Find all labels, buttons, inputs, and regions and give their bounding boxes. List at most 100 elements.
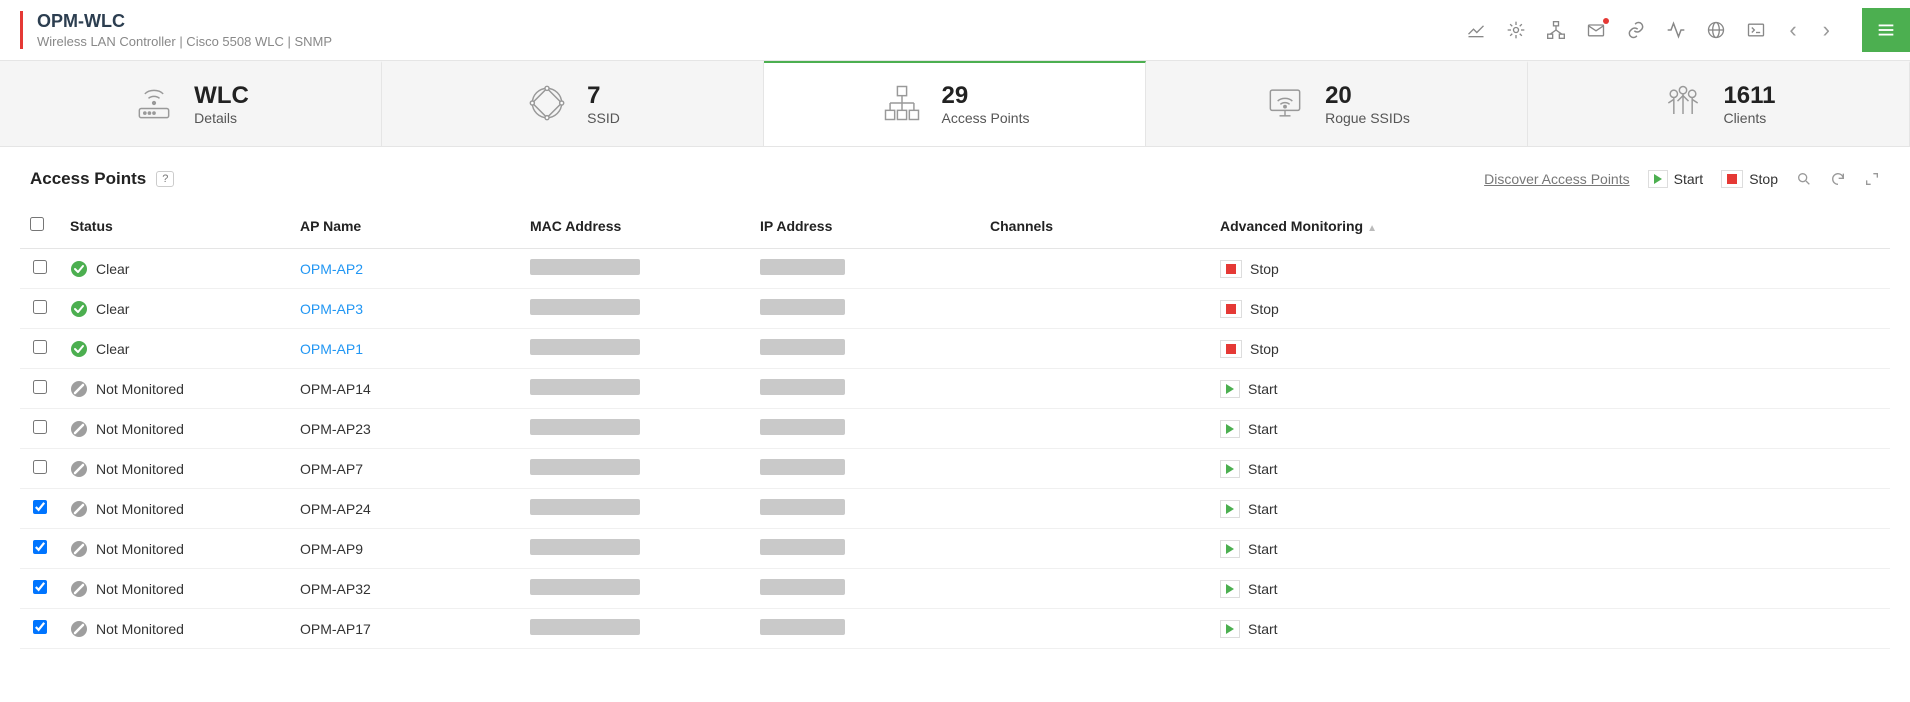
row-checkbox[interactable] — [33, 420, 47, 434]
perf-chart-icon[interactable] — [1465, 19, 1487, 41]
row-checkbox[interactable] — [33, 260, 47, 274]
ap-name: OPM-AP7 — [300, 461, 363, 477]
tab-text: WLC Details — [194, 83, 249, 125]
topology-icon[interactable] — [1545, 19, 1567, 41]
mac-address-redacted — [530, 579, 640, 595]
row-start-button[interactable]: Start — [1220, 380, 1880, 398]
ip-address-redacted — [760, 459, 845, 475]
stop-icon — [1727, 174, 1737, 184]
row-stop-button[interactable]: Stop — [1220, 300, 1880, 318]
tab-rogue-ssids[interactable]: 20 Rogue SSIDs — [1146, 61, 1528, 146]
search-icon[interactable] — [1796, 171, 1812, 187]
col-mac[interactable]: MAC Address — [520, 203, 750, 249]
activity-icon[interactable] — [1665, 19, 1687, 41]
table-row: ClearOPM-AP2Stop — [20, 249, 1890, 289]
alert-icon[interactable] — [1505, 19, 1527, 41]
bulk-stop-button[interactable]: Stop — [1721, 170, 1778, 188]
col-status[interactable]: Status — [60, 203, 290, 249]
status-not-monitored-icon — [70, 460, 88, 478]
ip-address-redacted — [760, 539, 845, 555]
ip-address-redacted — [760, 419, 845, 435]
play-icon — [1226, 384, 1234, 394]
nav-prev-icon[interactable]: ‹ — [1785, 17, 1800, 43]
row-start-button[interactable]: Start — [1220, 460, 1880, 478]
ap-name: OPM-AP14 — [300, 381, 371, 397]
action-label: Stop — [1250, 301, 1279, 317]
status-label: Clear — [96, 341, 129, 357]
status-not-monitored-icon — [70, 620, 88, 638]
ap-name[interactable]: OPM-AP2 — [300, 261, 363, 277]
action-label: Start — [1248, 381, 1278, 397]
bulk-start-button[interactable]: Start — [1648, 170, 1704, 188]
status-cell: Clear — [70, 340, 280, 358]
help-button[interactable]: ? — [156, 171, 174, 187]
play-icon — [1226, 544, 1234, 554]
ip-address-redacted — [760, 299, 845, 315]
ip-address-redacted — [760, 259, 845, 275]
nav-next-icon[interactable]: › — [1819, 17, 1834, 43]
ap-name: OPM-AP9 — [300, 541, 363, 557]
play-icon — [1226, 624, 1234, 634]
row-checkbox[interactable] — [33, 580, 47, 594]
status-label: Clear — [96, 301, 129, 317]
table-row: Not MonitoredOPM-AP32Start — [20, 569, 1890, 609]
tab-wlc-details[interactable]: WLC Details — [0, 61, 382, 146]
status-cell: Not Monitored — [70, 540, 280, 558]
row-checkbox[interactable] — [33, 540, 47, 554]
row-checkbox[interactable] — [33, 340, 47, 354]
row-checkbox[interactable] — [33, 300, 47, 314]
col-advanced[interactable]: Advanced Monitoring▲ — [1210, 203, 1890, 249]
row-checkbox[interactable] — [33, 620, 47, 634]
col-ap-name[interactable]: AP Name — [290, 203, 520, 249]
expand-icon[interactable] — [1864, 171, 1880, 187]
row-start-button[interactable]: Start — [1220, 540, 1880, 558]
globe-icon[interactable] — [1705, 19, 1727, 41]
row-checkbox[interactable] — [33, 460, 47, 474]
play-icon — [1226, 504, 1234, 514]
refresh-icon[interactable] — [1830, 171, 1846, 187]
terminal-icon[interactable] — [1745, 19, 1767, 41]
table-row: Not MonitoredOPM-AP14Start — [20, 369, 1890, 409]
row-checkbox[interactable] — [33, 500, 47, 514]
col-ip[interactable]: IP Address — [750, 203, 980, 249]
row-stop-button[interactable]: Stop — [1220, 340, 1880, 358]
title-block: OPM-WLC Wireless LAN Controller | Cisco … — [37, 11, 332, 49]
network-globe-icon — [525, 81, 569, 128]
play-icon — [1654, 174, 1662, 184]
status-clear-icon — [70, 340, 88, 358]
section-actions: Discover Access Points Start Stop — [1484, 170, 1880, 188]
mail-icon[interactable] — [1585, 19, 1607, 41]
section-title: Access Points — [30, 169, 146, 189]
status-cell: Not Monitored — [70, 620, 280, 638]
status-label: Not Monitored — [96, 581, 184, 597]
tab-access-points[interactable]: 29 Access Points — [764, 61, 1146, 146]
col-channels[interactable]: Channels — [980, 203, 1210, 249]
ip-address-redacted — [760, 619, 845, 635]
menu-button[interactable] — [1862, 8, 1910, 52]
channels-cell — [980, 289, 1210, 329]
row-start-button[interactable]: Start — [1220, 500, 1880, 518]
tab-value: 7 — [587, 83, 620, 109]
action-label: Start — [1248, 421, 1278, 437]
channels-cell — [980, 609, 1210, 649]
row-checkbox[interactable] — [33, 380, 47, 394]
tab-value: 20 — [1325, 83, 1410, 109]
status-not-monitored-icon — [70, 540, 88, 558]
row-start-button[interactable]: Start — [1220, 620, 1880, 638]
tab-ssid[interactable]: 7 SSID — [382, 61, 764, 146]
ip-address-redacted — [760, 579, 845, 595]
link-icon[interactable] — [1625, 19, 1647, 41]
tab-label: SSID — [587, 110, 620, 126]
sort-caret-icon: ▲ — [1367, 223, 1377, 234]
row-start-button[interactable]: Start — [1220, 580, 1880, 598]
tab-clients[interactable]: 1611 Clients — [1528, 61, 1910, 146]
row-stop-button[interactable]: Stop — [1220, 260, 1880, 278]
ap-name[interactable]: OPM-AP3 — [300, 301, 363, 317]
ap-name[interactable]: OPM-AP1 — [300, 341, 363, 357]
discover-access-points-link[interactable]: Discover Access Points — [1484, 171, 1630, 187]
row-start-button[interactable]: Start — [1220, 420, 1880, 438]
status-cell: Not Monitored — [70, 460, 280, 478]
page-subtitle: Wireless LAN Controller | Cisco 5508 WLC… — [37, 34, 332, 49]
status-not-monitored-icon — [70, 420, 88, 438]
select-all-checkbox[interactable] — [30, 217, 44, 231]
